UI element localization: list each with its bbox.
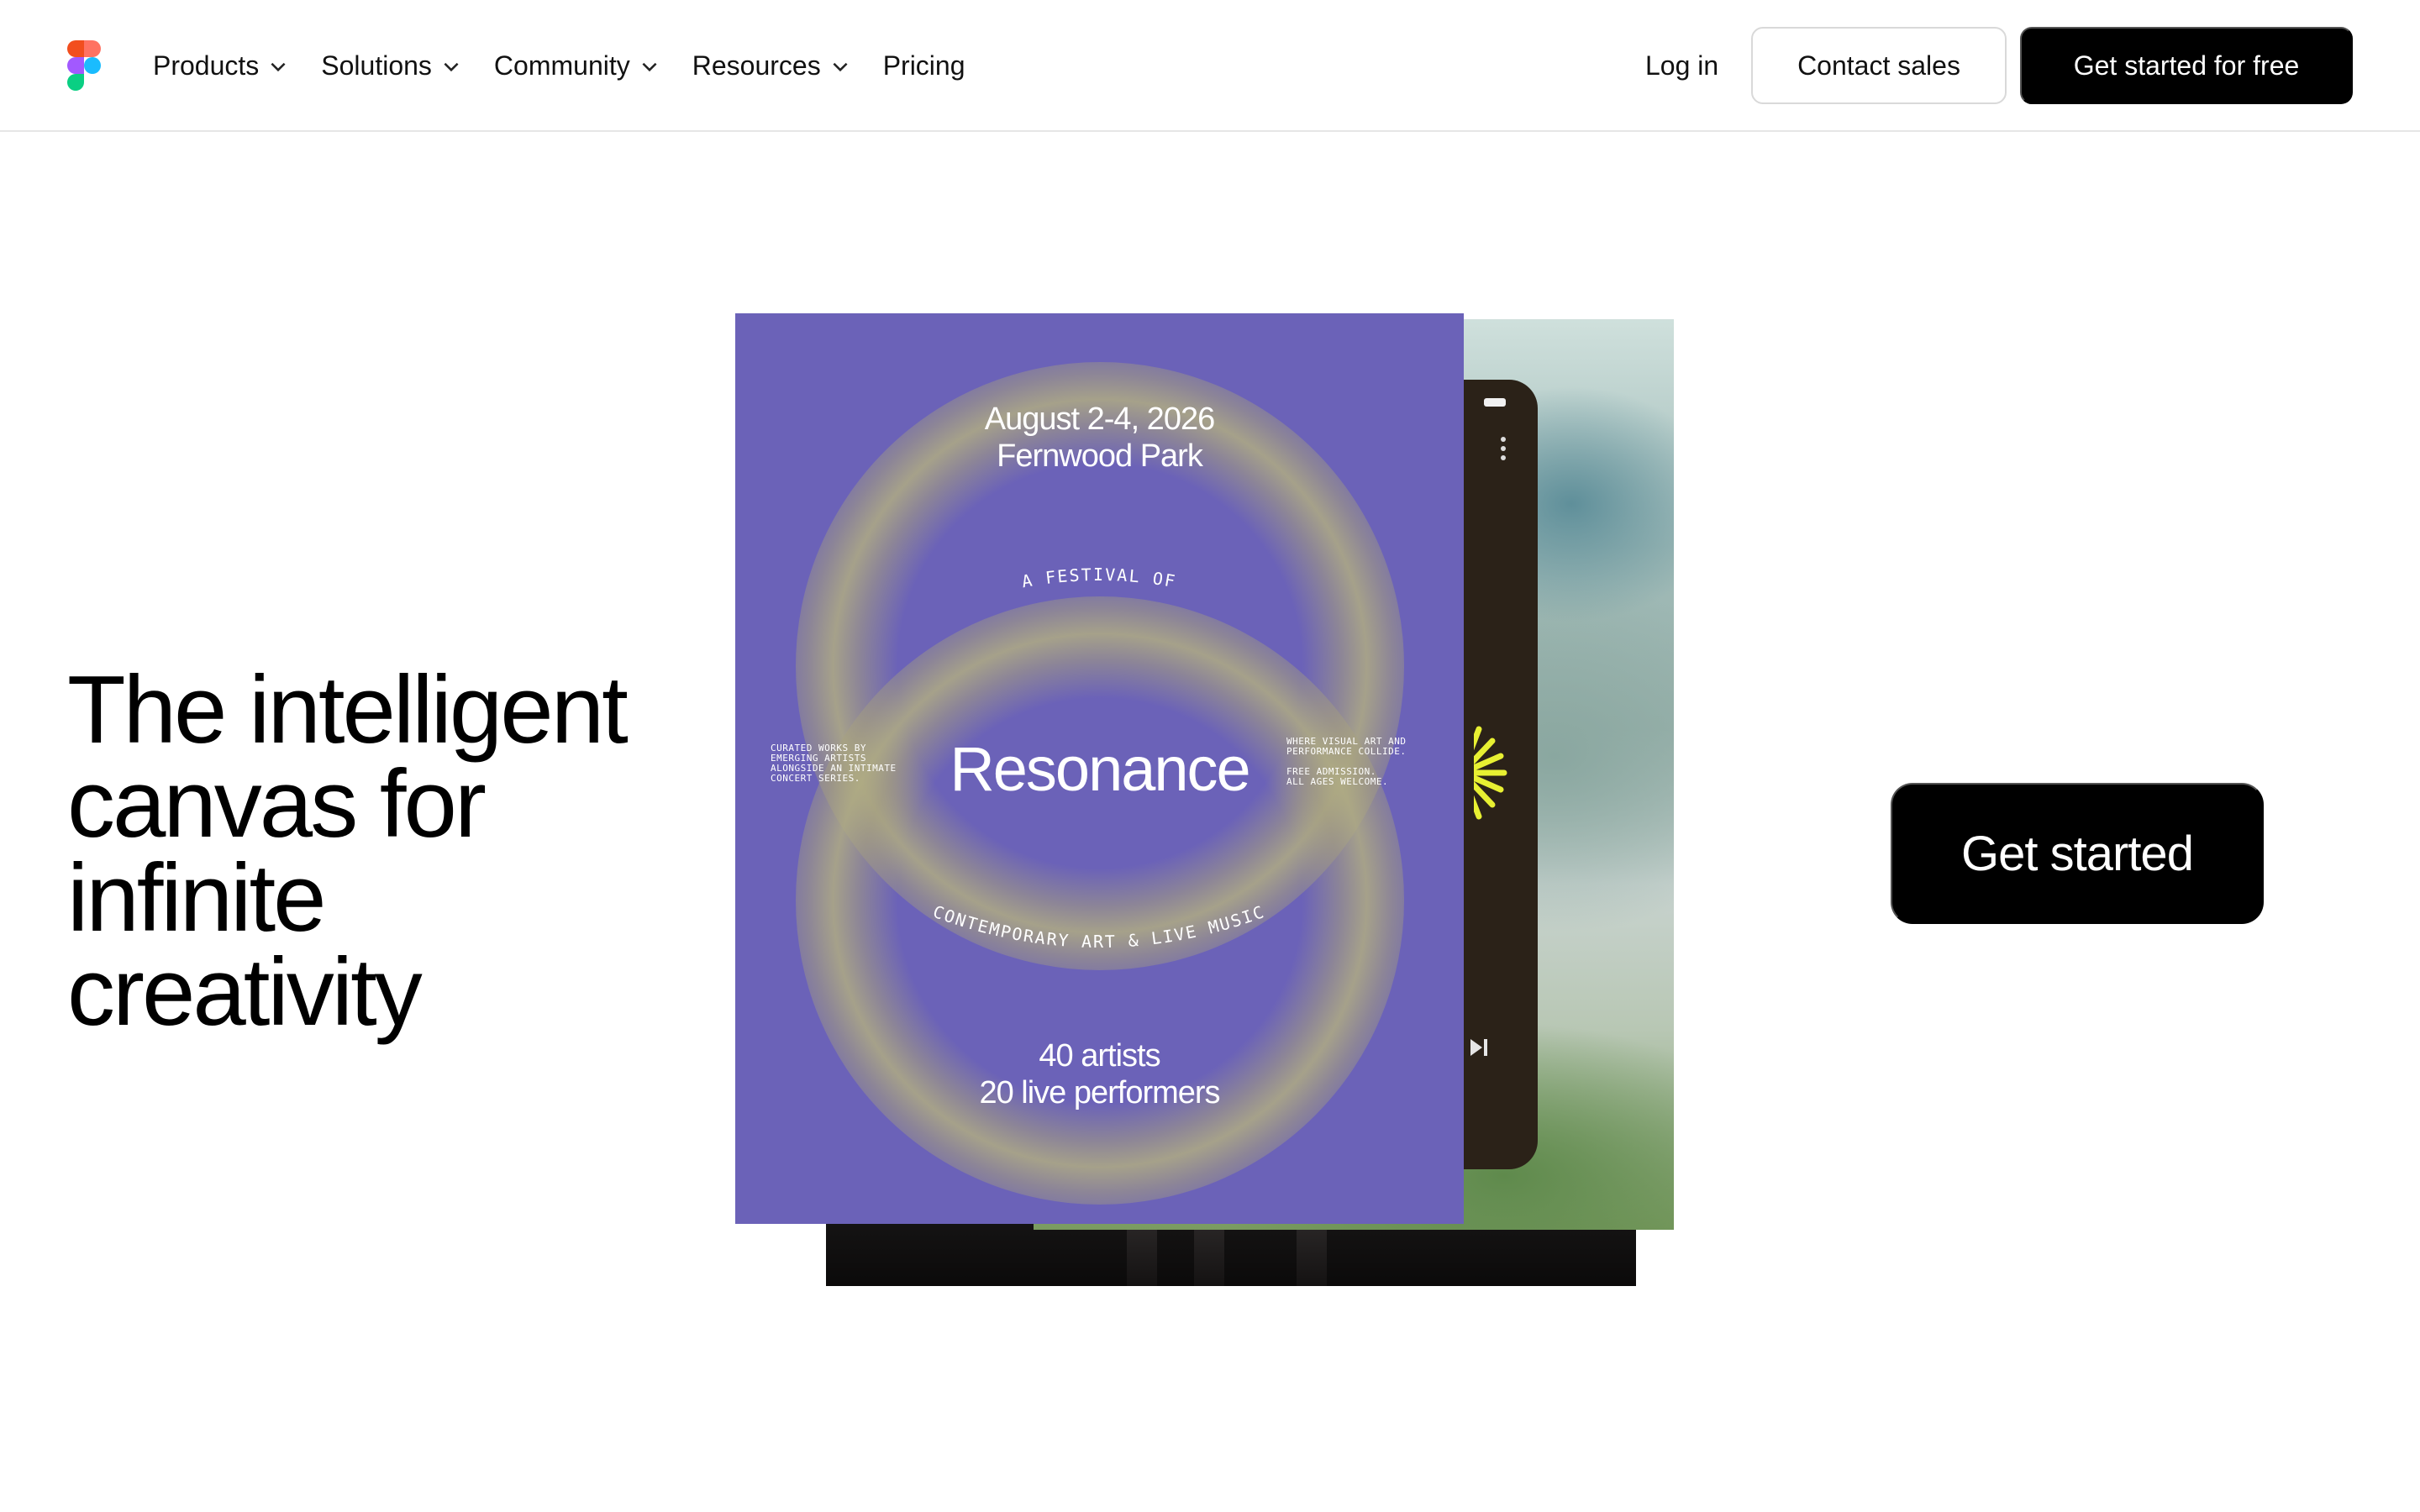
festival-poster: August 2-4, 2026 Fernwood Park A FESTIVA… <box>735 313 1464 1224</box>
nav-resources[interactable]: Resources <box>692 41 851 92</box>
svg-text:A FESTIVAL OF: A FESTIVAL OF <box>1020 564 1178 591</box>
site-header: Products Solutions Community Resources P… <box>0 0 2420 132</box>
poster-arc-bottom: CONTEMPORARY ART & LIVE MUSIC <box>930 901 1266 952</box>
main-nav: Products Solutions Community Resources P… <box>153 0 997 132</box>
nav-solutions-label: Solutions <box>321 50 432 81</box>
poster-performers-line: 20 live performers <box>979 1075 1220 1110</box>
login-link[interactable]: Log in <box>1645 40 1718 91</box>
battery-icon <box>1484 398 1506 407</box>
svg-text:CONTEMPORARY ART & LIVE MUSIC: CONTEMPORARY ART & LIVE MUSIC <box>930 901 1268 952</box>
get-started-button[interactable]: Get started <box>1891 783 2264 924</box>
contact-sales-button[interactable]: Contact sales <box>1751 27 2007 104</box>
nav-resources-label: Resources <box>692 50 821 81</box>
poster-artists-line: 40 artists <box>1039 1038 1160 1074</box>
get-started-free-button[interactable]: Get started for free <box>2020 27 2353 104</box>
poster-arc-top: A FESTIVAL OF <box>1020 564 1176 591</box>
skip-next-icon <box>1470 1039 1487 1056</box>
nav-pricing-label: Pricing <box>882 50 965 81</box>
poster-right-note: WHERE VISUAL ART AND PERFORMANCE COLLIDE… <box>1286 736 1407 787</box>
poster-left-note: CURATED WORKS BY EMERGING ARTISTS ALONGS… <box>771 743 897 784</box>
poster-counts: 40 artists 20 live performers <box>735 1037 1464 1111</box>
nav-products-label: Products <box>153 50 260 81</box>
chevron-down-icon <box>271 62 286 71</box>
nav-community[interactable]: Community <box>494 41 660 92</box>
sunburst-icon <box>1459 722 1507 823</box>
figma-logo-icon[interactable] <box>66 40 103 91</box>
chevron-down-icon <box>642 62 657 71</box>
nav-community-label: Community <box>493 50 630 81</box>
nav-solutions[interactable]: Solutions <box>321 41 462 92</box>
chevron-down-icon <box>833 62 848 71</box>
chevron-down-icon <box>444 62 459 71</box>
menu-dots-icon <box>1501 437 1506 465</box>
nav-products[interactable]: Products <box>153 41 289 92</box>
nav-pricing[interactable]: Pricing <box>883 41 965 92</box>
hero-headline: The intelligent canvas for infinite crea… <box>67 657 629 1046</box>
